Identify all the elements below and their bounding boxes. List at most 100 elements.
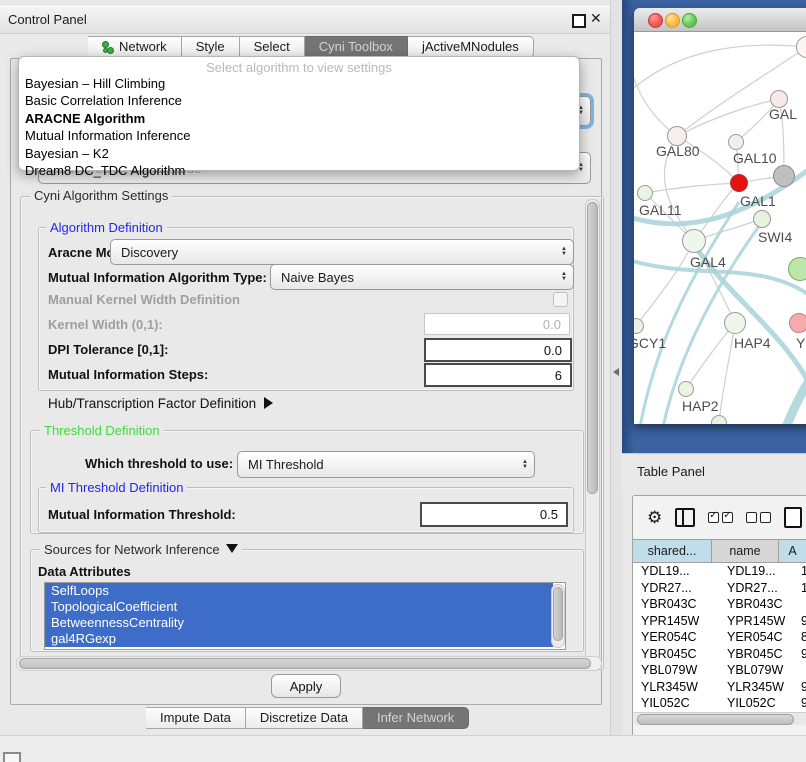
network-node[interactable] xyxy=(753,210,771,228)
table-cell: YLR345W xyxy=(633,679,719,696)
data-attribute-item[interactable]: SelfLoops xyxy=(45,583,553,599)
table-horizontal-scrollbar[interactable] xyxy=(634,712,806,725)
close-panel-icon[interactable]: ✕ xyxy=(590,10,602,27)
tab[interactable]: Infer Network xyxy=(363,707,469,729)
new-table-icon[interactable] xyxy=(784,507,802,528)
expand-right-icon xyxy=(264,397,273,409)
algorithm-popup-item[interactable]: ARACNE Algorithm xyxy=(19,110,579,128)
gear-icon[interactable]: ⚙ xyxy=(647,509,662,526)
tab-label: jActiveMNodules xyxy=(422,37,519,57)
network-node[interactable] xyxy=(730,174,748,192)
data-attribute-item[interactable]: TopologicalCoefficient xyxy=(45,599,553,615)
network-node[interactable] xyxy=(637,185,653,201)
algorithm-popup-placeholder: Select algorithm to view settings xyxy=(19,57,579,75)
table-row[interactable]: YDR27...YDR27...12 xyxy=(633,580,806,597)
hub-definition-label: Hub/Transcription Factor Definition xyxy=(48,396,256,411)
dpi-tolerance-field[interactable]: 0.0 xyxy=(424,338,572,362)
table-row[interactable]: YLR345WYLR345W9. xyxy=(633,679,806,696)
table-row[interactable]: YIL052CYIL052C9 xyxy=(633,695,806,712)
tab-label: Discretize Data xyxy=(260,708,348,728)
network-window[interactable]: GALGAL80GAL10GAL1GAL11SWI4GAL4GCY1HAP4YH… xyxy=(634,8,806,424)
mi-threshold-field[interactable]: 0.5 xyxy=(420,502,568,527)
close-window-icon[interactable] xyxy=(648,13,663,28)
table-column-header[interactable]: name xyxy=(712,540,779,562)
network-node[interactable] xyxy=(682,229,706,253)
data-attribute-item[interactable]: gal4RGexp xyxy=(45,631,553,647)
bottom-tabs: Impute Data Discretize Data Infer Network xyxy=(146,707,469,729)
algorithm-popup-item[interactable]: Dream8 DC_TDC Algorithm xyxy=(19,163,579,181)
settings-horizontal-scrollbar[interactable] xyxy=(16,656,602,671)
which-threshold-combobox[interactable]: MI Threshold ▲▼ xyxy=(237,451,535,478)
table-panel-header: Table Panel xyxy=(622,453,806,494)
table-cell: 9. xyxy=(793,679,806,696)
network-node-label: GAL11 xyxy=(639,202,682,218)
network-node[interactable] xyxy=(789,313,806,333)
deselect-all-icon[interactable] xyxy=(746,512,771,523)
network-window-titlebar[interactable] xyxy=(634,8,806,32)
table-column-header[interactable]: A xyxy=(779,540,806,562)
network-node[interactable] xyxy=(788,257,806,281)
float-panel-icon[interactable] xyxy=(572,14,586,28)
table-cell: YBR045C xyxy=(719,646,793,663)
network-node[interactable] xyxy=(728,134,744,150)
mi-steps-field[interactable]: 6 xyxy=(424,363,572,387)
algorithm-popup-item[interactable]: Basic Correlation Inference xyxy=(19,93,579,111)
algorithm-dropdown-popup: Select algorithm to view settings Bayesi… xyxy=(18,56,580,171)
algorithm-popup-item[interactable]: Bayesian – Hill Climbing xyxy=(19,75,579,93)
table-cell xyxy=(793,662,806,679)
apply-button[interactable]: Apply xyxy=(271,674,341,698)
kernel-width-field[interactable]: 0.0 xyxy=(424,313,570,335)
table-row[interactable]: YDL19...YDL19...13 xyxy=(633,563,806,580)
mi-algorithm-type-combobox[interactable]: Naive Bayes ▲▼ xyxy=(270,264,574,290)
tab[interactable]: jActiveMNodules xyxy=(408,36,534,58)
tab[interactable]: Style xyxy=(182,36,240,58)
network-node-label: GCY1 xyxy=(634,335,666,351)
table-toolbar: ⚙ xyxy=(633,496,806,539)
tab[interactable]: Select xyxy=(240,36,305,58)
docked-panel-icon[interactable] xyxy=(3,752,21,762)
network-node[interactable] xyxy=(724,312,746,334)
minimize-window-icon[interactable] xyxy=(665,13,680,28)
network-node-label: GAL1 xyxy=(740,193,776,209)
network-canvas[interactable]: GALGAL80GAL10GAL1GAL11SWI4GAL4GCY1HAP4YH… xyxy=(634,32,806,424)
control-panel-titlebar: Control Panel ✕ xyxy=(0,6,610,34)
network-node[interactable] xyxy=(678,381,694,397)
manual-kernel-width-checkbox[interactable] xyxy=(553,292,568,307)
algorithm-popup-item[interactable]: Bayesian – K2 xyxy=(19,145,579,163)
hub-definition-toggle[interactable]: Hub/Transcription Factor Definition xyxy=(48,396,273,411)
algorithm-popup-item[interactable]: Mutual Information Inference xyxy=(19,128,579,146)
table-cell: YBL079W xyxy=(719,662,793,679)
network-node[interactable] xyxy=(773,165,795,187)
tab[interactable]: Impute Data xyxy=(146,707,246,729)
network-node[interactable] xyxy=(711,415,727,424)
data-attribute-item[interactable]: BetweennessCentrality xyxy=(45,615,553,631)
table-cell: YBR043C xyxy=(719,596,793,613)
table-column-header[interactable]: shared... xyxy=(633,540,712,562)
mi-algorithm-type-value: Naive Bayes xyxy=(271,270,354,285)
table-row[interactable]: YPR145WYPR145W9. xyxy=(633,613,806,630)
tab[interactable]: Network xyxy=(88,36,182,58)
tab-label: Style xyxy=(196,37,225,57)
tab[interactable]: Cyni Toolbox xyxy=(305,36,408,58)
tab-label: Impute Data xyxy=(160,708,231,728)
zoom-window-icon[interactable] xyxy=(682,13,697,28)
table-row[interactable]: YBR043CYBR043C xyxy=(633,596,806,613)
attributes-list-scrollbar[interactable] xyxy=(551,584,565,648)
select-all-icon[interactable] xyxy=(708,512,733,523)
splitter-collapse-arrow-icon[interactable] xyxy=(613,368,619,376)
data-attributes-list[interactable]: SelfLoopsTopologicalCoefficientBetweenne… xyxy=(44,582,566,650)
dpi-tolerance-label: DPI Tolerance [0,1]: xyxy=(48,342,168,357)
settings-vertical-scrollbar[interactable] xyxy=(585,199,600,667)
table-row[interactable]: YBL079WYBL079W xyxy=(633,662,806,679)
aracne-mode-combobox[interactable]: Discovery ▲▼ xyxy=(110,239,574,265)
mi-steps-label: Mutual Information Steps: xyxy=(48,367,208,382)
table-cell: YPR145W xyxy=(719,613,793,630)
table-row[interactable]: YBR045CYBR045C9. xyxy=(633,646,806,663)
column-selector-icon[interactable] xyxy=(675,508,695,527)
network-node-label: HAP2 xyxy=(682,398,719,414)
sources-title-text: Sources for Network Inference xyxy=(44,542,220,557)
sources-group-title[interactable]: Sources for Network Inference xyxy=(40,542,242,557)
data-attributes-label: Data Attributes xyxy=(38,564,131,579)
table-row[interactable]: YER054CYER054C8. xyxy=(633,629,806,646)
tab[interactable]: Discretize Data xyxy=(246,707,363,729)
